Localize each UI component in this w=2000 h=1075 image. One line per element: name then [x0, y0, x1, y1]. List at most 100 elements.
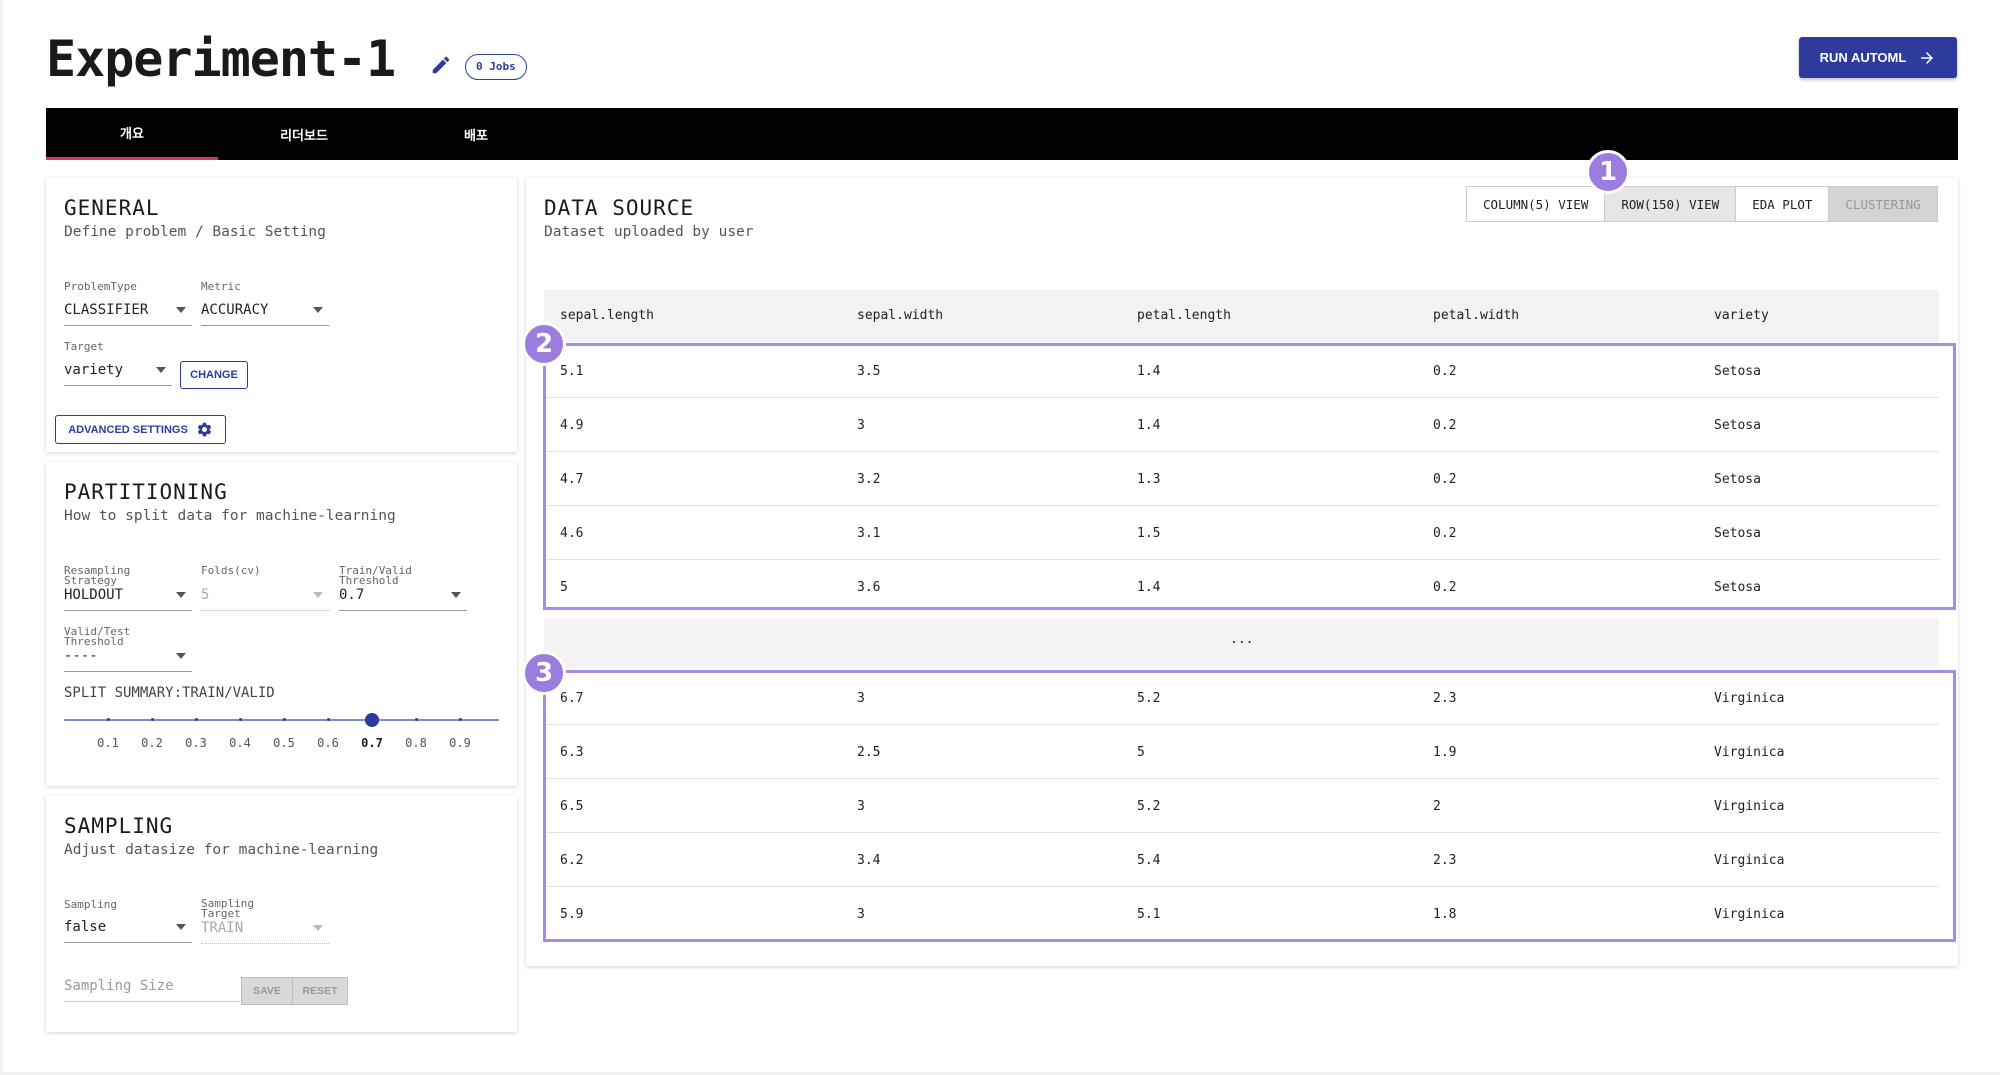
- split-slider-thumb[interactable]: [365, 713, 379, 727]
- change-target-button[interactable]: CHANGE: [180, 361, 248, 389]
- jobs-badge: 0 Jobs: [465, 54, 527, 80]
- split-summary-label: SPLIT SUMMARY:TRAIN/VALID: [64, 685, 275, 701]
- chevron-down-icon: [176, 592, 186, 598]
- arrow-right-icon: [1921, 51, 1934, 64]
- sampling-size-input[interactable]: Sampling Size: [64, 976, 240, 1002]
- tab-overview[interactable]: 개요: [46, 108, 218, 160]
- sampling-title: SAMPLING: [64, 814, 174, 838]
- folds-label: Folds(cv): [201, 564, 261, 577]
- slider-tick-label: 0.7: [361, 736, 383, 750]
- chevron-down-icon: [156, 367, 166, 373]
- slider-tick-mark: [459, 718, 462, 721]
- slider-tick-label: 0.1: [97, 736, 119, 750]
- ellipsis-row: ...: [544, 618, 1939, 668]
- row-view-button[interactable]: ROW(150) VIEW: [1604, 186, 1737, 222]
- slider-tick-label: 0.4: [229, 736, 251, 750]
- partitioning-title: PARTITIONING: [64, 480, 228, 504]
- valid-test-value: ----: [64, 648, 98, 664]
- partitioning-subtitle: How to split data for machine-learning: [64, 508, 396, 524]
- slider-tick-label: 0.9: [449, 736, 471, 750]
- slider-tick-label: 0.5: [273, 736, 295, 750]
- folds-value: 5: [201, 587, 210, 603]
- general-title: GENERAL: [64, 196, 160, 220]
- slider-tick-label: 0.8: [405, 736, 427, 750]
- reset-button: RESET: [292, 977, 348, 1005]
- target-value: variety: [64, 362, 124, 378]
- sampling-card: SAMPLING Adjust datasize for machine-lea…: [46, 796, 517, 1032]
- run-automl-button[interactable]: RUN AUTOML: [1799, 37, 1957, 78]
- problem-type-value: CLASSIFIER: [64, 302, 149, 318]
- target-label: Target: [64, 340, 104, 353]
- reset-button-label: RESET: [302, 985, 338, 997]
- train-valid-select[interactable]: 0.7: [339, 585, 467, 611]
- sampling-label: Sampling: [64, 898, 117, 911]
- gear-icon: [197, 422, 211, 437]
- sampling-size-placeholder: Sampling Size: [64, 978, 174, 994]
- column-view-button[interactable]: COLUMN(5) VIEW: [1466, 186, 1606, 222]
- column-header[interactable]: sepal.length: [560, 308, 654, 323]
- advanced-settings-label: ADVANCED SETTINGS: [68, 423, 188, 436]
- slider-tick-mark: [151, 718, 154, 721]
- annotation-marker-2: 2: [522, 322, 566, 366]
- highlight-top-rows: [543, 343, 1956, 610]
- column-header[interactable]: petal.length: [1137, 308, 1231, 323]
- problem-type-select[interactable]: CLASSIFIER: [64, 300, 192, 326]
- slider-tick-label: 0.2: [141, 736, 163, 750]
- slider-tick-mark: [107, 718, 110, 721]
- slider-tick-mark: [195, 718, 198, 721]
- metric-label: Metric: [201, 280, 241, 293]
- pencil-icon[interactable]: [430, 54, 452, 76]
- slider-tick-mark: [283, 718, 286, 721]
- ellipsis-text: ...: [1230, 632, 1254, 647]
- advanced-settings-button[interactable]: ADVANCED SETTINGS: [55, 415, 226, 444]
- change-button-label: CHANGE: [190, 369, 238, 381]
- train-valid-value: 0.7: [339, 587, 365, 603]
- tab-leaderboard[interactable]: 리더보드: [218, 108, 390, 160]
- slider-tick-mark: [239, 718, 242, 721]
- general-subtitle: Define problem / Basic Setting: [64, 224, 326, 240]
- highlight-bottom-rows: [543, 670, 1956, 942]
- chevron-down-icon: [176, 653, 186, 659]
- column-header[interactable]: petal.width: [1433, 308, 1519, 323]
- eda-plot-button[interactable]: EDA PLOT: [1735, 186, 1830, 222]
- sampling-subtitle: Adjust datasize for machine-learning: [64, 842, 379, 858]
- target-select[interactable]: variety: [64, 360, 172, 386]
- clustering-button: CLUSTERING: [1828, 186, 1938, 222]
- metric-value: ACCURACY: [201, 302, 269, 318]
- sampling-target-select: TRAIN: [201, 918, 329, 944]
- slider-tick-mark: [415, 718, 418, 721]
- sampling-value: false: [64, 919, 107, 935]
- column-header[interactable]: sepal.width: [857, 308, 943, 323]
- save-button-label: SAVE: [253, 985, 281, 997]
- annotation-marker-1: 1: [1586, 150, 1630, 194]
- run-automl-label: RUN AUTOML: [1819, 50, 1907, 65]
- split-slider-track[interactable]: [64, 719, 499, 721]
- chevron-down-icon: [313, 307, 323, 313]
- folds-select: 5: [201, 585, 329, 611]
- slider-tick-label: 0.3: [185, 736, 207, 750]
- problem-type-label: ProblemType: [64, 280, 137, 293]
- slider-tick-label: 0.6: [317, 736, 339, 750]
- metric-select[interactable]: ACCURACY: [201, 300, 329, 326]
- chevron-down-icon: [451, 592, 461, 598]
- tab-deploy[interactable]: 배포: [390, 108, 562, 160]
- save-button: SAVE: [241, 977, 293, 1005]
- general-card: GENERAL Define problem / Basic Setting P…: [46, 178, 517, 452]
- slider-tick-mark: [327, 718, 330, 721]
- column-header[interactable]: variety: [1714, 308, 1769, 323]
- data-source-subtitle: Dataset uploaded by user: [544, 224, 754, 240]
- sampling-target-value: TRAIN: [201, 920, 244, 936]
- valid-test-select[interactable]: ----: [64, 646, 192, 672]
- chevron-down-icon: [313, 925, 323, 931]
- chevron-down-icon: [176, 307, 186, 313]
- view-toggle-group: COLUMN(5) VIEW ROW(150) VIEW EDA PLOT CL…: [1466, 186, 1938, 222]
- page-title: Experiment-1: [46, 30, 396, 88]
- chevron-down-icon: [176, 924, 186, 930]
- resampling-select[interactable]: HOLDOUT: [64, 585, 192, 611]
- annotation-marker-3: 3: [522, 651, 566, 695]
- sampling-select[interactable]: false: [64, 917, 192, 943]
- data-source-title: DATA SOURCE: [544, 196, 695, 220]
- tab-bar: 개요 리더보드 배포: [46, 108, 1958, 160]
- resampling-value: HOLDOUT: [64, 587, 124, 603]
- chevron-down-icon: [313, 592, 323, 598]
